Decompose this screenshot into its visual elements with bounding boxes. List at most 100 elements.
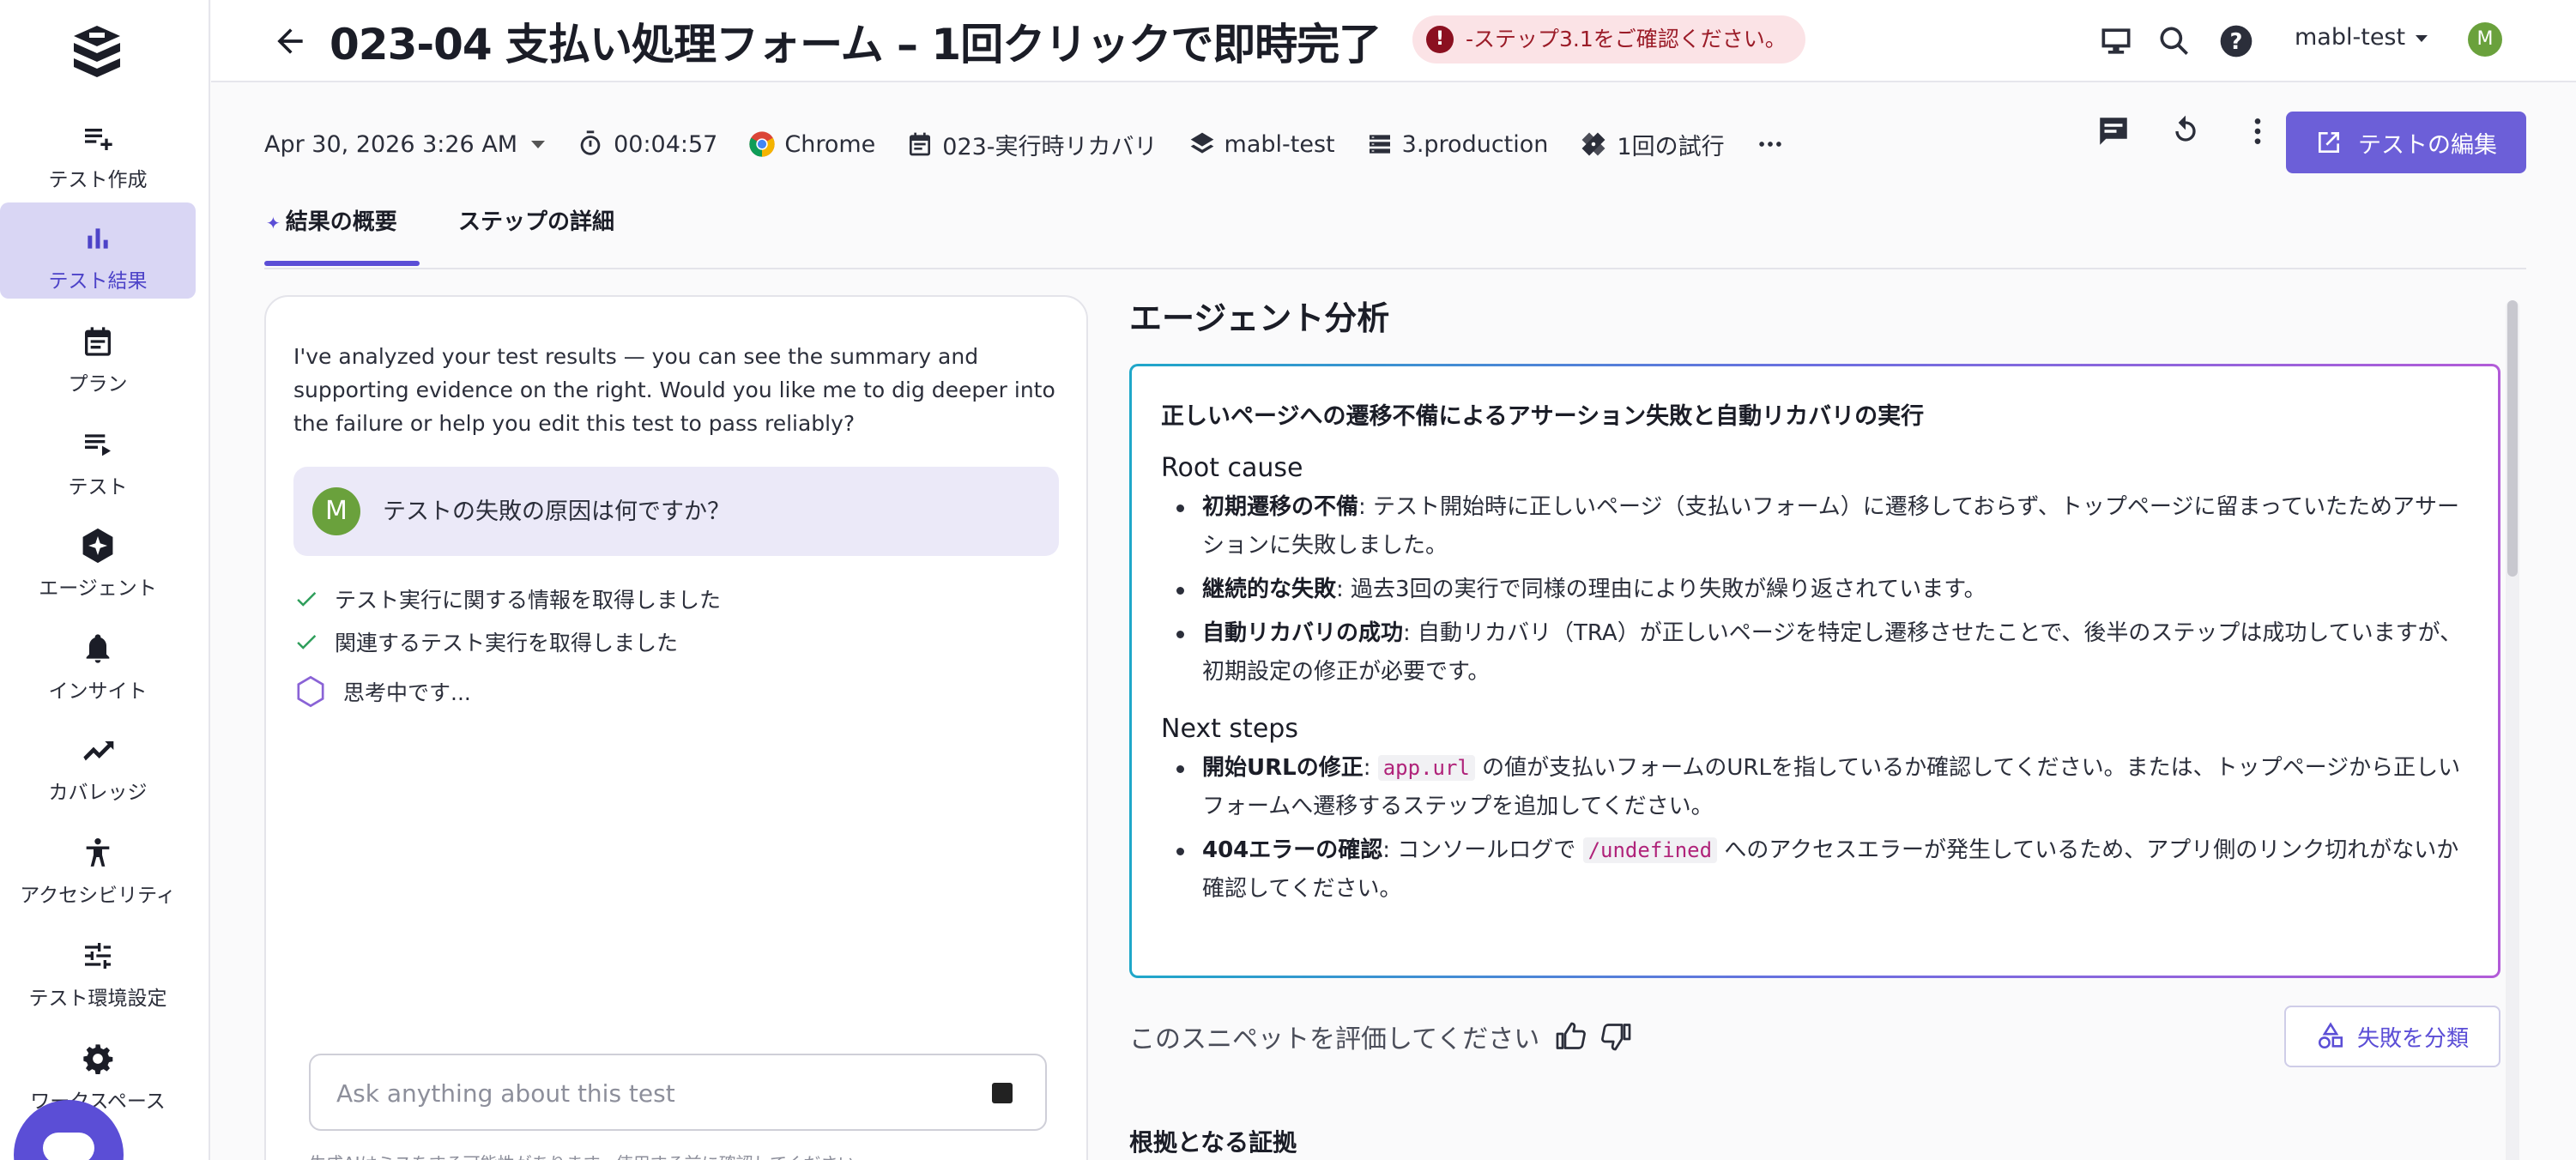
sidebar-item-plans[interactable]: プラン [0,305,196,402]
sidebar-item-coverage[interactable]: カバレッジ [0,714,196,810]
server-list-icon [1369,135,1390,154]
sidebar-item-label: テスト環境設定 [28,988,167,1010]
run-plan-link[interactable]: 023-実行時リカバリ [906,128,1158,161]
error-icon: ! [1426,26,1454,53]
code-snippet: /undefined [1582,837,1718,863]
classify-failure-button[interactable]: 失敗を分類 [2284,1006,2500,1067]
analysis-title: エージェント分析 [1129,299,1390,337]
tab-label: 結果の概要 [285,209,397,235]
sidebar-item-label: プラン [68,373,128,396]
mabl-logo-icon[interactable] [70,24,124,79]
trending-up-icon [79,731,117,769]
calendar-icon [79,323,117,360]
more-actions-button[interactable] [2236,110,2279,153]
tab-step-details[interactable]: ステップの詳細 [458,204,614,236]
thumbs-up-icon[interactable] [1555,1021,1587,1052]
bell-icon [79,630,117,668]
more-meta-button[interactable] [1756,130,1793,159]
thumbs-down-icon[interactable] [1601,1021,1632,1052]
edit-test-button[interactable]: テストの編集 [2286,112,2526,173]
chevron-down-icon [2416,34,2428,42]
tab-label: ステップの詳細 [458,209,615,235]
sidebar-item-workspace[interactable]: ワークスペース [0,1023,196,1119]
warning-text: -ステップ3.1をご確認ください。 [1466,27,1787,51]
root-cause-term: 初期遷移の不備 [1202,494,1359,520]
plan-text: 023-実行時リカバリ [942,133,1158,160]
sidebar-item-test-results[interactable]: テスト結果 [0,202,196,299]
ai-chat-panel: I've analyzed your test results — you ca… [264,295,1088,1160]
sparkle-icon: ✦ [266,213,281,233]
workspace-name: mabl-test [2295,24,2406,51]
sidebar-item-label: アクセシビリティ [20,885,176,907]
warning-badge[interactable]: ! -ステップ3.1をご確認ください。 [1412,15,1805,63]
comment-list-icon [2100,118,2127,145]
sidebar-item-label: インサイト [48,680,148,703]
next-step-item: 開始URLの修正: app.url の値が支払いフォームのURLを指しているか確… [1161,749,2474,826]
attempts-text: 1回の試行 [1617,133,1725,160]
assistant-message: I've analyzed your test results — you ca… [293,344,1055,436]
root-cause-heading: Root cause [1161,453,1303,483]
accessibility-icon [79,834,117,872]
tab-summary[interactable]: ✦ 結果の概要 [264,204,420,266]
chrome-icon [749,131,776,157]
calendar-icon [910,132,931,156]
rate-label: このスニペットを評価してください [1129,1024,1540,1054]
next-step-text: : [1363,755,1378,781]
search-icon[interactable] [2156,22,2193,60]
evidence-heading: 根拠となる証拠 [1129,1128,1297,1157]
more-vertical-icon [2254,118,2261,144]
chat-input[interactable] [336,1072,971,1114]
root-cause-text: : テスト開始時に正しいページ（支払いフォーム）に遷移しておらず、トップページに… [1202,494,2459,559]
page-title: 023-04 支払い処理フォーム – 1回クリックで即時完了 [330,20,1382,69]
run-workspace: mabl-test [1188,130,1335,158]
svg-text:?: ? [2230,29,2243,55]
run-environment: 3.production [1366,130,1548,158]
run-datetime: Apr 30, 2026 3:26 AM [264,130,518,158]
stop-icon[interactable] [992,1083,1013,1103]
next-step-item: 404エラーの確認: コンソールログで /undefined へのアクセスエラー… [1161,831,2474,909]
sidebar-item-accessibility[interactable]: アクセシビリティ [0,817,196,913]
root-cause-term: 自動リカバリの成功 [1202,620,1404,646]
bandage-icon [1581,132,1605,156]
run-attempts: 1回の試行 [1579,128,1725,161]
feedback-button[interactable] [2092,110,2135,153]
run-datetime-selector[interactable]: Apr 30, 2026 3:26 AM [264,130,546,158]
list-icon [79,426,117,463]
user-message: M テストの失敗の原因は何ですか？ [293,467,1059,556]
duration-text: 00:04:57 [614,130,718,158]
sidebar-item-insights[interactable]: インサイト [0,613,196,709]
help-icon[interactable]: ? [2217,22,2255,60]
scrollbar-thumb[interactable] [2507,300,2518,577]
bar-chart-icon [79,220,117,257]
playlist-add-icon [79,118,117,156]
next-step-term: 開始URLの修正 [1202,755,1364,781]
ai-disclaimer: 生成AIはミスをする可能性があります。使用する前に確認してください。 [309,1150,872,1160]
run-actions [2092,110,2308,153]
sidebar-item-create-test[interactable]: テスト作成 [0,101,196,197]
back-arrow-icon[interactable] [271,22,309,60]
browser-text: Chrome [784,130,876,158]
sidebar-item-agents[interactable]: エージェント [0,510,196,606]
root-cause-item: 初期遷移の不備: テスト開始時に正しいページ（支払いフォーム）に遷移しておらず、… [1161,488,2474,565]
user-avatar: M [312,487,360,535]
root-cause-term: 継続的な失敗 [1202,577,1337,602]
sidebar-item-tests[interactable]: テスト [0,408,196,504]
monitor-icon[interactable] [2097,22,2135,60]
progress-step-label: 思考中です... [343,680,471,705]
rerun-button[interactable] [2164,110,2207,153]
chevron-down-icon [531,140,546,148]
user-message-text: テストの失敗の原因は何ですか？ [383,498,730,525]
chat-input-box [309,1054,1047,1131]
result-tabs: ✦ 結果の概要 ステップの詳細 [264,197,2526,269]
progress-step-label: 関連するテスト実行を取得しました [335,631,679,656]
user-avatar[interactable]: M [2468,22,2502,57]
analysis-scrollbar[interactable] [2506,300,2519,1160]
run-duration: 00:04:57 [576,130,717,159]
workspace-selector[interactable]: mabl-test [2295,24,2428,51]
agent-icon [79,527,117,565]
stopwatch-icon [580,130,601,155]
more-horizontal-icon [1758,142,1781,147]
progress-step: テスト実行に関する情報を取得しました [293,583,721,614]
sidebar-item-environment-settings[interactable]: テスト環境設定 [0,920,196,1016]
open-external-icon [2319,132,2339,153]
